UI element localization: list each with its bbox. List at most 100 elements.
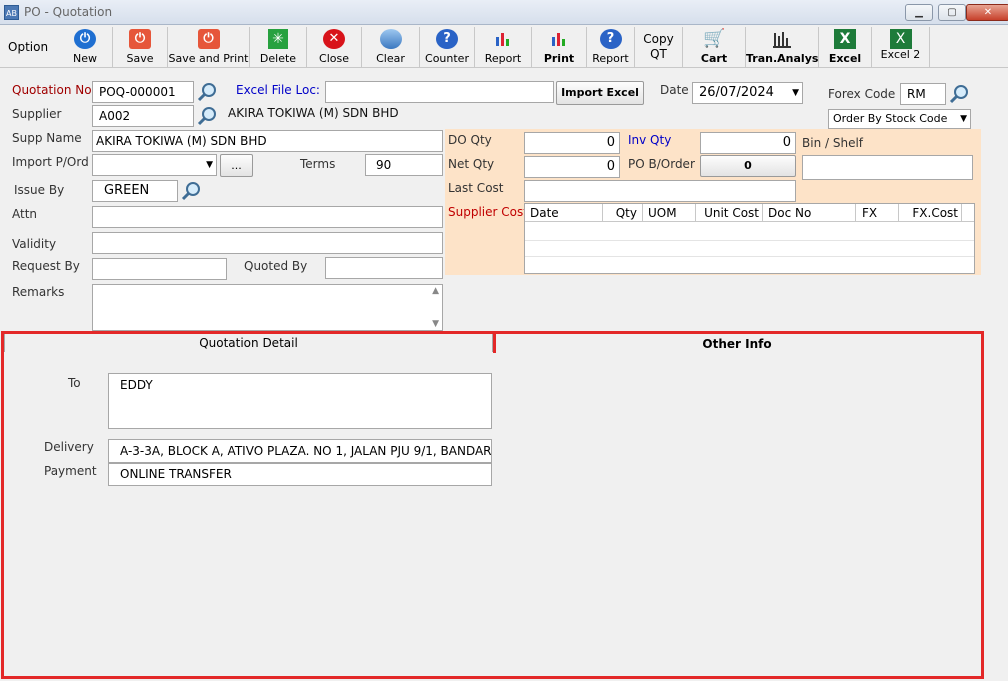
col-date: Date bbox=[530, 206, 559, 220]
request-by-label: Request By bbox=[12, 259, 80, 273]
bin-shelf-label: Bin / Shelf bbox=[802, 136, 864, 150]
search-icon bbox=[949, 85, 968, 104]
help-icon: ? bbox=[436, 29, 458, 49]
dropdown-arrow-icon[interactable]: ▼ bbox=[206, 155, 213, 175]
remarks-textarea[interactable]: ▲ ▼ bbox=[92, 284, 443, 331]
do-qty-value: 0 bbox=[524, 132, 620, 154]
excel-file-loc-label: Excel File Loc: bbox=[236, 83, 320, 97]
quoted-by-input[interactable] bbox=[325, 257, 443, 279]
import-pord-select[interactable]: ▼ bbox=[92, 154, 217, 176]
counter-button[interactable]: ? Counter bbox=[420, 27, 475, 67]
remarks-label: Remarks bbox=[12, 285, 65, 299]
dropdown-arrow-icon[interactable]: ▼ bbox=[792, 83, 799, 103]
net-qty-label: Net Qty bbox=[448, 157, 495, 171]
forex-code-input[interactable]: RM bbox=[900, 83, 946, 105]
supplier-input[interactable]: A002 bbox=[92, 105, 194, 127]
app-icon: AB bbox=[4, 5, 19, 20]
col-qty: Qty bbox=[602, 204, 641, 222]
window-title: PO - Quotation bbox=[24, 5, 113, 19]
supp-name-label: Supp Name bbox=[12, 131, 82, 145]
to-textarea[interactable]: EDDY bbox=[108, 373, 492, 429]
excel-button[interactable]: X Excel bbox=[819, 27, 872, 67]
excel-2-button[interactable]: X Excel 2 bbox=[872, 27, 930, 67]
po-border-label: PO B/Order bbox=[628, 157, 695, 171]
delete-icon: ✳ bbox=[268, 29, 288, 49]
supplier-cost-grid[interactable]: Date Qty UOM Unit Cost Doc No FX FX.Cost bbox=[524, 203, 975, 274]
delivery-label: Delivery bbox=[44, 440, 94, 454]
bin-shelf-input[interactable] bbox=[802, 155, 973, 180]
report-button[interactable]: Report bbox=[475, 27, 532, 67]
excel-icon: X bbox=[834, 29, 856, 49]
help-icon: ? bbox=[599, 29, 622, 49]
minimize-button[interactable]: ▁ bbox=[905, 4, 933, 21]
window-close-button[interactable]: ✕ bbox=[966, 4, 1008, 21]
report-help-button[interactable]: ? Report bbox=[587, 27, 635, 67]
new-button[interactable]: ⏻ New bbox=[58, 27, 113, 67]
request-by-input[interactable] bbox=[92, 258, 227, 280]
to-label: To bbox=[68, 376, 81, 390]
forex-search-button[interactable] bbox=[948, 83, 972, 105]
close-button[interactable]: ✕ Close bbox=[307, 27, 362, 67]
supplier-label: Supplier bbox=[12, 107, 62, 121]
title-bar bbox=[0, 0, 1008, 25]
import-pord-browse-button[interactable]: ... bbox=[220, 154, 253, 177]
analysis-icon bbox=[773, 32, 791, 48]
maximize-button[interactable]: ▢ bbox=[938, 4, 966, 21]
quoted-by-label: Quoted By bbox=[244, 259, 308, 273]
payment-label: Payment bbox=[44, 464, 97, 478]
clear-button[interactable]: Clear bbox=[362, 27, 420, 67]
attn-input[interactable] bbox=[92, 206, 443, 228]
tran-analys-button[interactable]: Tran.Analys bbox=[746, 27, 819, 67]
clear-icon bbox=[379, 29, 402, 49]
net-qty-value: 0 bbox=[524, 156, 620, 178]
import-excel-button[interactable]: Import Excel bbox=[556, 81, 644, 105]
inv-qty-label: Inv Qty bbox=[628, 133, 672, 147]
save-icon: ⏻ bbox=[129, 29, 151, 49]
excel-icon: X bbox=[889, 29, 912, 49]
issue-by-label: Issue By bbox=[14, 183, 65, 197]
save-button[interactable]: ⏻ Save bbox=[113, 27, 168, 67]
scroll-up-icon[interactable]: ▲ bbox=[432, 285, 439, 297]
po-border-value[interactable]: 0 bbox=[700, 155, 796, 177]
grid-header-row: Date Qty UOM Unit Cost Doc No FX FX.Cost bbox=[525, 204, 974, 222]
supp-name-input[interactable]: AKIRA TOKIWA (M) SDN BHD bbox=[92, 130, 443, 152]
quotation-no-input[interactable]: POQ-000001 bbox=[92, 81, 194, 103]
grid-row-line bbox=[525, 256, 974, 257]
date-label: Date bbox=[660, 83, 689, 97]
excel-file-loc-input[interactable] bbox=[325, 81, 554, 103]
option-label: Option bbox=[8, 40, 49, 54]
do-qty-label: DO Qty bbox=[448, 133, 492, 147]
save-and-print-button[interactable]: ⏻ Save and Print bbox=[168, 27, 250, 67]
issue-by-search-button[interactable] bbox=[180, 180, 204, 202]
inv-qty-value: 0 bbox=[700, 132, 796, 154]
col-fx: FX bbox=[855, 204, 898, 222]
dropdown-arrow-icon[interactable]: ▼ bbox=[960, 110, 967, 128]
scroll-down-icon[interactable]: ▼ bbox=[432, 318, 439, 330]
payment-input[interactable]: ONLINE TRANSFER bbox=[108, 463, 492, 486]
last-cost-value bbox=[524, 180, 796, 202]
print-button[interactable]: Print bbox=[532, 27, 587, 67]
attn-label: Attn bbox=[12, 207, 38, 221]
grid-row-line bbox=[525, 240, 974, 241]
cart-button[interactable]: 🛒 Cart bbox=[683, 27, 746, 67]
report-chart-icon bbox=[496, 33, 509, 46]
forex-code-label: Forex Code bbox=[828, 87, 896, 101]
save-print-icon: ⏻ bbox=[197, 29, 220, 49]
supplier-search-button[interactable] bbox=[196, 105, 220, 127]
tab-quotation-detail[interactable]: Quotation Detail bbox=[4, 333, 493, 353]
date-picker[interactable]: 26/07/2024 ▼ bbox=[692, 82, 803, 104]
copy-qt-button[interactable]: Copy QT bbox=[635, 27, 683, 67]
delete-button[interactable]: ✳ Delete bbox=[250, 27, 307, 67]
quotation-search-button[interactable] bbox=[196, 81, 220, 103]
validity-label: Validity bbox=[12, 237, 57, 251]
cart-icon: 🛒 bbox=[703, 28, 726, 49]
order-by-value: Order By Stock Code bbox=[833, 112, 948, 125]
delivery-input[interactable]: A-3-3A, BLOCK A, ATIVO PLAZA. NO 1, JALA… bbox=[108, 439, 492, 463]
order-by-select[interactable]: Order By Stock Code ▼ bbox=[828, 109, 971, 129]
quotation-no-label: Quotation No bbox=[12, 83, 92, 97]
col-doc-no: Doc No bbox=[762, 204, 855, 222]
terms-input[interactable]: 90 bbox=[365, 154, 443, 176]
validity-input[interactable] bbox=[92, 232, 443, 254]
import-pord-label: Import P/Ord bbox=[12, 155, 89, 169]
issue-by-input[interactable]: GREEN bbox=[92, 180, 178, 202]
